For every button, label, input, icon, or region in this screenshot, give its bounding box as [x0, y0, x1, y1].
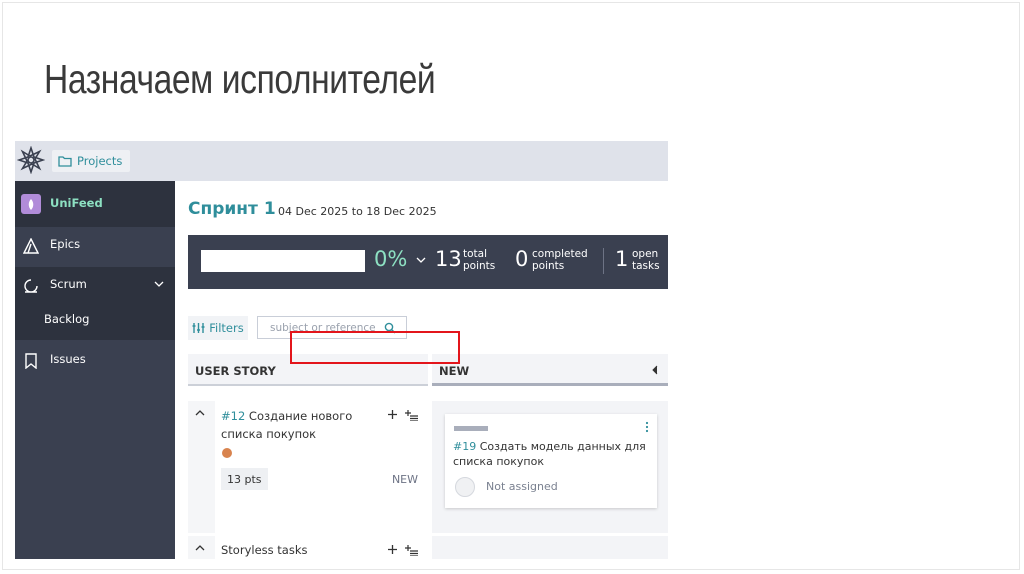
task-card[interactable]: #19 Создать модель данных для списка пок… [445, 414, 657, 508]
chevron-down-icon[interactable] [416, 256, 426, 264]
completed-label-line1: completed [532, 248, 588, 260]
sprint-stats-bar: 0% 13 total points 0 completed points 1 op… [188, 235, 668, 289]
task-title[interactable]: #19 Создать модель данных для списка пок… [453, 439, 648, 469]
project-logo-icon [21, 194, 41, 214]
sprint-title[interactable]: Спринт 1 [188, 199, 276, 219]
add-task-icon[interactable] [387, 544, 398, 555]
top-bar: Projects [15, 141, 668, 181]
sidebar-project[interactable]: UniFeed [15, 181, 175, 227]
user-story-title[interactable]: #12 Создание нового списка покупок [221, 408, 366, 443]
add-task-icon[interactable] [387, 409, 398, 420]
scrum-icon [24, 279, 38, 293]
stats-divider [603, 248, 604, 274]
storyless-tasks-row: Storyless tasks [188, 536, 428, 559]
user-story-card[interactable]: #12 Создание нового списка покупок 13 pt… [215, 401, 428, 533]
bulk-add-icon[interactable] [405, 409, 418, 421]
column-header-label: NEW [439, 364, 470, 378]
task-tag [454, 426, 488, 431]
bulk-add-icon[interactable] [405, 544, 418, 556]
avatar [455, 477, 475, 497]
folder-icon [58, 156, 72, 167]
project-name: UniFeed [50, 196, 103, 210]
sidebar-item-label: Scrum [50, 277, 87, 291]
points-badge[interactable]: 13 pts [221, 468, 268, 490]
completed-points-label: completed points [532, 248, 588, 272]
completed-label-line2: points [532, 259, 565, 272]
open-tasks-value: 1 [615, 247, 629, 271]
total-points-label-line2: points [463, 259, 496, 272]
new-column-cell [432, 536, 668, 559]
total-points-value: 13 [435, 247, 462, 271]
open-tasks-label: open tasks [632, 248, 660, 272]
assignee-label: Not assigned [486, 480, 558, 493]
total-points-label: total points [463, 248, 496, 272]
status-dot [222, 448, 232, 458]
sidebar: UniFeed Epics Scrum Backlog Issues [15, 181, 175, 559]
more-vertical-icon[interactable] [645, 421, 649, 433]
sidebar-item-label: Epics [50, 237, 81, 251]
user-story-status[interactable]: NEW [392, 473, 418, 486]
projects-label: Projects [77, 154, 123, 168]
filters-icon [192, 323, 205, 333]
progress-percent: 0% [374, 247, 408, 271]
main-content: Спринт 1 04 Dec 2025 to 18 Dec 2025 0% 1… [175, 181, 668, 559]
sprint-dates: 04 Dec 2025 to 18 Dec 2025 [278, 205, 437, 218]
column-underline [188, 384, 428, 386]
completed-points-value: 0 [515, 247, 529, 271]
slide-title: Назначаем исполнителей [44, 56, 436, 102]
sidebar-item-epics[interactable]: Epics [15, 227, 175, 265]
column-header-label: USER STORY [195, 364, 276, 378]
progress-bar [201, 250, 365, 272]
sidebar-item-label: Issues [50, 352, 86, 366]
chevron-down-icon[interactable] [153, 278, 165, 290]
storyless-card: Storyless tasks [215, 536, 428, 559]
user-story-ref[interactable]: #12 [221, 409, 245, 423]
app-logo-icon[interactable] [17, 146, 45, 174]
task-ref[interactable]: #19 [453, 440, 476, 453]
sidebar-item-backlog[interactable]: Backlog [15, 305, 175, 340]
task-subject: Создать модель данных для списка покупок [453, 440, 646, 468]
sidebar-item-label: Backlog [44, 312, 90, 326]
column-underline [432, 383, 668, 386]
projects-button[interactable]: Projects [52, 150, 131, 172]
total-points-label-line1: total [463, 248, 488, 260]
assignee-selector[interactable]: Not assigned [453, 476, 603, 500]
open-label-line2: tasks [632, 259, 660, 272]
filters-button[interactable]: Filters [188, 316, 248, 340]
storyless-label: Storyless tasks [221, 543, 308, 557]
open-label-line1: open [632, 248, 659, 260]
bookmark-icon [25, 353, 37, 369]
epics-icon [23, 238, 39, 254]
new-column-cell: #19 Создать модель данных для списка пок… [432, 401, 668, 533]
filters-label: Filters [209, 321, 244, 335]
chevron-up-icon[interactable] [195, 409, 205, 417]
chevron-up-icon[interactable] [195, 544, 205, 552]
column-header-new: NEW [432, 354, 668, 386]
chevron-left-icon[interactable] [651, 365, 659, 375]
sidebar-item-scrum[interactable]: Scrum [15, 267, 175, 305]
user-story-row: #12 Создание нового списка покупок 13 pt… [188, 401, 428, 533]
sidebar-item-issues[interactable]: Issues [15, 342, 175, 380]
highlight-box [290, 331, 460, 364]
